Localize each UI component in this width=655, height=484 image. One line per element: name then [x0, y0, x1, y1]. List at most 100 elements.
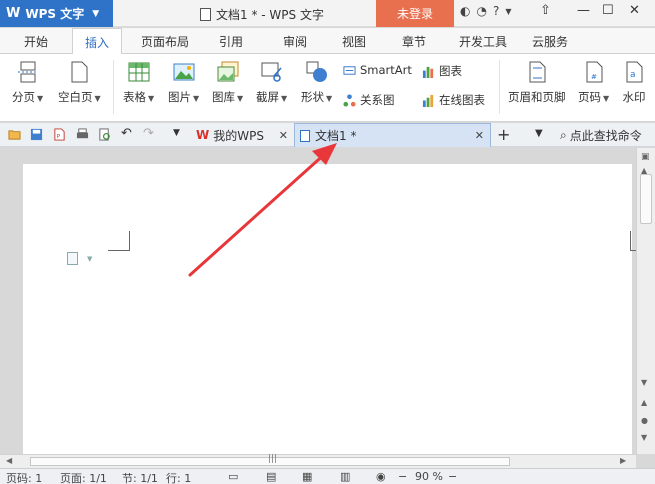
app-menu-button[interactable]: W WPS 文字 ▼ — [0, 0, 113, 27]
ribbon-tabs: 开始 插入 页面布局 引用 审阅 视图 章节 开发工具 云服务 — [0, 28, 655, 55]
page-break-icon — [17, 61, 38, 83]
status-section: 节: 1/1 — [122, 472, 158, 484]
gallery-icon — [217, 61, 239, 82]
print-preview-icon[interactable] — [98, 128, 111, 141]
eye-protection-icon[interactable]: ◉ — [376, 470, 386, 483]
chevron-down-icon: ▼ — [92, 8, 100, 19]
chevron-down-icon: ▼ — [87, 255, 93, 263]
blank-page-button[interactable]: 空白页 ▼ — [58, 60, 101, 105]
picture-button[interactable]: 图片 ▼ — [168, 60, 199, 105]
relation-chart-button[interactable]: 关系图 — [343, 92, 395, 108]
shape-button[interactable]: 形状 ▼ — [301, 60, 332, 105]
close-button[interactable]: ✕ — [629, 3, 640, 18]
grip-icon: ||| — [268, 454, 278, 464]
smartart-button[interactable]: SmartArt — [343, 63, 412, 77]
zoom-level[interactable]: 90 % — [415, 470, 443, 483]
app-name: WPS 文字 — [25, 7, 85, 21]
status-page-number: 页码: 1 — [6, 472, 43, 484]
scroll-top-icon[interactable]: ▣ — [641, 152, 650, 162]
search-icon: ⌕ — [560, 128, 567, 142]
export-pdf-icon[interactable]: P — [53, 128, 66, 141]
ribbon-insert-panel: 分页 ▼ 空白页 ▼ 表格 ▼ 图片 ▼ 图库 ▼ 截屏 ▼ 形状 ▼ SmartArt 图表… — [0, 54, 655, 122]
document-page[interactable] — [23, 164, 632, 454]
wps-logo-icon: W — [6, 6, 20, 21]
watermark-icon: a — [626, 61, 643, 83]
feedback-icon[interactable]: ◔ — [476, 4, 486, 18]
page-number-icon: # — [586, 61, 603, 83]
chart-button[interactable]: 图表 — [422, 63, 462, 79]
scroll-left-icon[interactable]: ◀ — [6, 456, 12, 465]
header-footer-button[interactable]: 页眉和页脚 — [508, 60, 566, 105]
chevron-down-icon[interactable]: ▼ — [173, 128, 186, 141]
tab-my-wps[interactable]: W 我的WPS ✕ — [192, 123, 294, 147]
tab-references[interactable]: 引用 — [219, 33, 243, 50]
minimize-button[interactable]: — — [577, 3, 590, 18]
vertical-scrollbar[interactable]: ▣ ▲ ▼ ▲ ● ▼ — [636, 148, 655, 454]
horizontal-scrollbar[interactable]: ◀ ||| ▶ — [0, 454, 636, 468]
prev-page-icon[interactable]: ▲ — [641, 398, 647, 407]
save-icon[interactable] — [30, 128, 43, 141]
picture-icon — [173, 63, 195, 81]
print-icon[interactable] — [76, 128, 89, 141]
page-number-button[interactable]: # 页码 ▼ — [578, 60, 609, 105]
command-search[interactable]: ⌕ 点此查找命令 — [560, 127, 642, 144]
tab-home[interactable]: 开始 — [24, 33, 48, 50]
scroll-right-icon[interactable]: ▶ — [620, 456, 626, 465]
tab-review[interactable]: 审阅 — [283, 33, 307, 50]
upload-icon[interactable]: ⇧ — [540, 3, 551, 18]
open-folder-icon[interactable] — [8, 128, 21, 141]
web-view-icon[interactable]: ▥ — [340, 470, 350, 483]
next-page-icon[interactable]: ▼ — [641, 433, 647, 442]
watermark-button[interactable]: a 水印 — [622, 60, 646, 105]
tab-list-icon[interactable]: ▼ — [535, 128, 548, 141]
tab-cloud[interactable]: 云服务 — [532, 33, 568, 50]
scroll-thumb[interactable] — [640, 174, 652, 224]
redo-icon[interactable]: ↷ — [143, 126, 156, 141]
tab-page-layout[interactable]: 页面布局 — [141, 33, 189, 50]
online-chart-button[interactable]: 在线图表 — [422, 92, 485, 108]
skin-icon[interactable]: ◐ — [460, 4, 470, 18]
select-browse-icon[interactable]: ● — [641, 416, 648, 425]
shape-icon — [306, 61, 327, 82]
blank-page-icon — [71, 61, 88, 83]
relation-chart-icon — [343, 93, 356, 107]
close-icon[interactable]: ✕ — [279, 129, 288, 142]
wps-logo-icon: W — [196, 128, 210, 142]
page-view-icon[interactable]: ▤ — [266, 470, 276, 483]
status-bar: 页码: 1 页面: 1/1 节: 1/1 行: 1 ▭ ▤ ▦ ▥ ◉ − 90… — [0, 468, 655, 484]
outline-view-icon[interactable]: ▦ — [302, 470, 312, 483]
fullscreen-view-icon[interactable]: ▭ — [228, 470, 238, 483]
help-icon[interactable]: ? — [493, 4, 499, 18]
table-button[interactable]: 表格 ▼ — [123, 60, 154, 105]
screenshot-button[interactable]: 截屏 ▼ — [256, 60, 287, 105]
online-chart-icon — [422, 94, 434, 107]
separator — [113, 60, 114, 114]
tab-document1[interactable]: 文档1 * ✕ — [294, 123, 491, 147]
paragraph-layout-icon[interactable] — [67, 252, 78, 265]
zoom-in-icon[interactable]: − — [448, 470, 457, 483]
new-tab-plus-icon[interactable]: + — [497, 125, 510, 144]
bar-chart-icon — [422, 66, 434, 78]
page-break-button[interactable]: 分页 ▼ — [12, 60, 43, 105]
status-pages: 页面: 1/1 — [60, 472, 107, 484]
svg-text:a: a — [630, 70, 636, 80]
maximize-button[interactable]: ☐ — [602, 3, 614, 18]
tab-view[interactable]: 视图 — [342, 33, 366, 50]
login-button[interactable]: 未登录 — [376, 0, 454, 27]
status-row: 行: 1 — [166, 472, 192, 484]
separator — [499, 60, 500, 114]
chevron-down-icon[interactable]: ▼ — [505, 7, 511, 16]
zoom-out-icon[interactable]: − — [398, 470, 407, 483]
close-icon[interactable]: ✕ — [475, 129, 484, 142]
undo-icon[interactable]: ↶ — [121, 126, 134, 141]
tab-developer[interactable]: 开发工具 — [459, 33, 507, 50]
scroll-down-icon[interactable]: ▼ — [641, 378, 647, 387]
header-footer-icon — [529, 61, 546, 83]
scissors-icon — [261, 62, 282, 82]
document-canvas — [0, 148, 636, 454]
document-icon — [300, 129, 310, 142]
tab-insert[interactable]: 插入 — [72, 28, 123, 55]
title-bar: W WPS 文字 ▼ 文档1 * - WPS 文字 未登录 ◐ ◔ ? ▼ ⇧ … — [0, 0, 655, 27]
gallery-button[interactable]: 图库 ▼ — [212, 60, 243, 105]
tab-chapter[interactable]: 章节 — [402, 33, 426, 50]
